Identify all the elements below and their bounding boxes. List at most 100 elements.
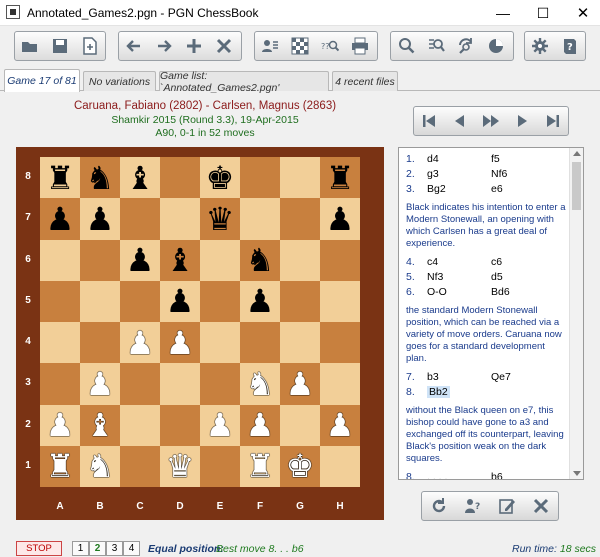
- black-pawn-icon[interactable]: ♟: [126, 244, 155, 276]
- pv-button-2[interactable]: 2: [89, 541, 106, 556]
- white-pawn-icon[interactable]: ♟: [246, 409, 275, 441]
- stop-button[interactable]: STOP: [16, 541, 62, 556]
- help-book-icon[interactable]: ?: [555, 32, 585, 60]
- first-move-icon[interactable]: [414, 107, 445, 135]
- pv-button-4[interactable]: 4: [123, 541, 140, 556]
- square-f1[interactable]: ♜: [240, 445, 280, 487]
- white-move[interactable]: . . . .: [427, 471, 447, 479]
- white-pawn-icon[interactable]: ♟: [326, 409, 355, 441]
- square-g1[interactable]: ♚: [280, 445, 320, 487]
- white-move[interactable]: g3: [427, 168, 439, 180]
- square-h1[interactable]: [320, 445, 360, 487]
- black-rook-icon[interactable]: ♜: [326, 162, 355, 194]
- tab-variations[interactable]: No variations: [83, 71, 156, 91]
- black-pawn-icon[interactable]: ♟: [246, 285, 275, 317]
- black-move[interactable]: Qe7: [491, 371, 511, 383]
- square-e1[interactable]: [200, 445, 240, 487]
- previous-move-icon[interactable]: [445, 107, 476, 135]
- close-button[interactable]: ✕: [560, 0, 600, 26]
- white-king-icon[interactable]: ♚: [286, 450, 315, 482]
- tab-game-list[interactable]: Game list: `Annotated_Games2.pgn': [159, 70, 329, 94]
- square-f3[interactable]: ♞: [240, 363, 280, 405]
- add-icon[interactable]: [179, 32, 209, 60]
- square-f6[interactable]: ♞: [240, 239, 280, 281]
- square-e5[interactable]: [200, 280, 240, 322]
- square-e3[interactable]: [200, 363, 240, 405]
- square-g6[interactable]: [280, 239, 320, 281]
- square-h3[interactable]: [320, 363, 360, 405]
- square-a1[interactable]: ♜: [40, 445, 80, 487]
- black-move[interactable]: Nf6: [491, 168, 507, 180]
- square-b4[interactable]: [80, 322, 120, 364]
- square-b5[interactable]: [80, 280, 120, 322]
- tab-game[interactable]: Game 17 of 81: [4, 69, 80, 92]
- black-pawn-icon[interactable]: ♟: [326, 203, 355, 235]
- black-bishop-icon[interactable]: ♝: [126, 162, 155, 194]
- search-text-icon[interactable]: ??: [315, 32, 345, 60]
- moves-scrollbar[interactable]: [569, 148, 583, 479]
- player-help-icon[interactable]: ?: [456, 492, 490, 520]
- scroll-down-icon[interactable]: [573, 471, 581, 476]
- back-arrow-icon[interactable]: [119, 32, 149, 60]
- square-b1[interactable]: ♞: [80, 445, 120, 487]
- refresh-icon[interactable]: [422, 492, 456, 520]
- black-move[interactable]: f5: [491, 153, 500, 165]
- square-a5[interactable]: [40, 280, 80, 322]
- square-d2[interactable]: [160, 404, 200, 446]
- delete-icon[interactable]: [209, 32, 239, 60]
- square-g4[interactable]: [280, 322, 320, 364]
- square-d3[interactable]: [160, 363, 200, 405]
- new-file-icon[interactable]: [75, 32, 105, 60]
- square-a6[interactable]: [40, 239, 80, 281]
- square-c2[interactable]: [120, 404, 160, 446]
- close-analysis-icon[interactable]: [524, 492, 558, 520]
- white-rook-icon[interactable]: ♜: [246, 450, 275, 482]
- white-bishop-icon[interactable]: ♝: [86, 409, 115, 441]
- white-pawn-icon[interactable]: ♟: [166, 327, 195, 359]
- open-folder-icon[interactable]: [15, 32, 45, 60]
- board-icon[interactable]: [285, 32, 315, 60]
- square-g3[interactable]: ♟: [280, 363, 320, 405]
- refresh-search-icon[interactable]: [451, 32, 481, 60]
- square-b7[interactable]: ♟: [80, 198, 120, 240]
- white-move[interactable]: O-O: [427, 286, 447, 298]
- square-e7[interactable]: ♛: [200, 198, 240, 240]
- next-move-icon[interactable]: [506, 107, 537, 135]
- square-f5[interactable]: ♟: [240, 280, 280, 322]
- square-d7[interactable]: [160, 198, 200, 240]
- black-move[interactable]: e6: [491, 183, 503, 195]
- square-b2[interactable]: ♝: [80, 404, 120, 446]
- square-e8[interactable]: ♚: [200, 157, 240, 199]
- last-move-icon[interactable]: [537, 107, 568, 135]
- white-pawn-icon[interactable]: ♟: [126, 327, 155, 359]
- square-f7[interactable]: [240, 198, 280, 240]
- square-c7[interactable]: [120, 198, 160, 240]
- black-move[interactable]: d5: [491, 271, 503, 283]
- square-a8[interactable]: ♜: [40, 157, 80, 199]
- pv-button-3[interactable]: 3: [106, 541, 123, 556]
- scrollbar-thumb[interactable]: [572, 162, 581, 210]
- square-h8[interactable]: ♜: [320, 157, 360, 199]
- white-knight-icon[interactable]: ♞: [246, 368, 275, 400]
- white-pawn-icon[interactable]: ♟: [206, 409, 235, 441]
- white-knight-icon[interactable]: ♞: [86, 450, 115, 482]
- square-a7[interactable]: ♟: [40, 198, 80, 240]
- black-move[interactable]: Bd6: [491, 286, 510, 298]
- print-icon[interactable]: [345, 32, 375, 60]
- square-h7[interactable]: ♟: [320, 198, 360, 240]
- square-c3[interactable]: [120, 363, 160, 405]
- scroll-up-icon[interactable]: [573, 151, 581, 156]
- square-h2[interactable]: ♟: [320, 404, 360, 446]
- white-move[interactable]: Bb2: [427, 386, 450, 398]
- square-c6[interactable]: ♟: [120, 239, 160, 281]
- square-h4[interactable]: [320, 322, 360, 364]
- square-g5[interactable]: [280, 280, 320, 322]
- square-d8[interactable]: [160, 157, 200, 199]
- square-b8[interactable]: ♞: [80, 157, 120, 199]
- edit-icon[interactable]: [490, 492, 524, 520]
- black-move[interactable]: c6: [491, 256, 502, 268]
- square-c1[interactable]: [120, 445, 160, 487]
- white-rook-icon[interactable]: ♜: [46, 450, 75, 482]
- black-pawn-icon[interactable]: ♟: [166, 285, 195, 317]
- settings-icon[interactable]: [525, 32, 555, 60]
